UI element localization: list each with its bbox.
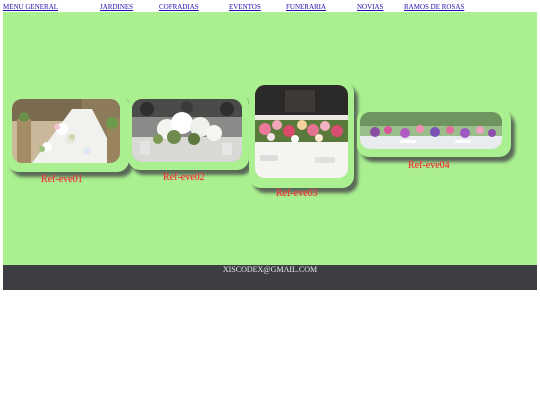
ref-label-eve03: Ref-eve03	[276, 188, 318, 199]
gallery-photo-eve04[interactable]	[360, 112, 502, 149]
nav-ramos-de-rosas[interactable]: RAMOS DE ROSAS	[404, 3, 464, 11]
footer-email[interactable]: XISCODEX@GMAIL.COM	[3, 265, 537, 274]
nav-menu-general[interactable]: MENU GENERAL	[3, 3, 58, 11]
gallery-area: Ref-eve01 Ref-eve02 Ref-eve03 Ref-eve04	[3, 12, 537, 265]
nav-eventos[interactable]: EVENTOS	[229, 3, 261, 11]
ref-label-eve01: Ref-eve01	[41, 174, 83, 185]
gallery-photo-eve02[interactable]	[132, 99, 242, 162]
nav-funeraria[interactable]: FUNERARIA	[286, 3, 326, 11]
gallery-photo-eve03[interactable]	[255, 85, 348, 178]
ref-label-eve02: Ref-eve02	[163, 172, 205, 183]
page-footer: XISCODEX@GMAIL.COM	[3, 265, 537, 290]
ref-label-eve04: Ref-eve04	[408, 160, 450, 171]
nav-cofradias[interactable]: COFRADIAS	[159, 3, 199, 11]
gallery-photo-eve01[interactable]	[12, 99, 120, 163]
nav-novias[interactable]: NOVIAS	[357, 3, 383, 11]
nav-jardines[interactable]: JARDINES	[100, 3, 133, 11]
